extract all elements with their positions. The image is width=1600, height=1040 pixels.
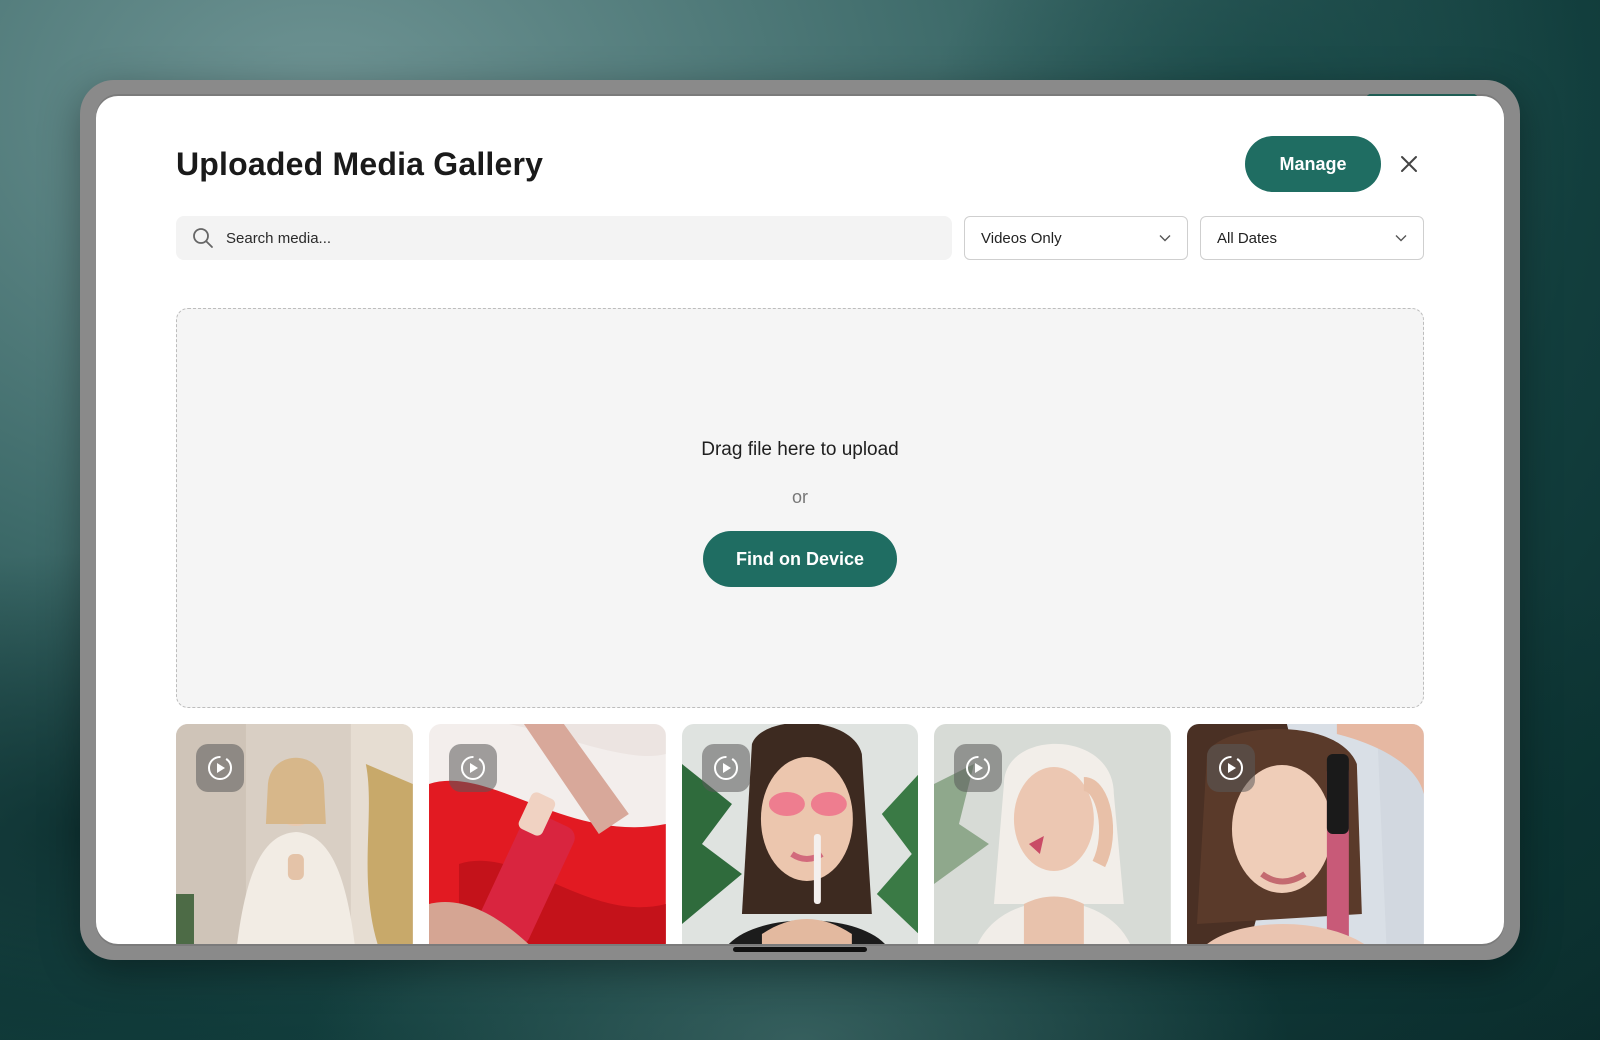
- chevron-down-icon: [1159, 235, 1171, 242]
- date-range-select[interactable]: All Dates: [1200, 216, 1424, 260]
- search-input[interactable]: [226, 229, 926, 247]
- media-type-select[interactable]: Videos Only: [964, 216, 1188, 260]
- media-thumbnail[interactable]: [934, 724, 1172, 944]
- video-badge: [448, 744, 497, 792]
- play-circle-icon: [208, 756, 232, 780]
- date-range-value: All Dates: [1217, 229, 1278, 247]
- dropzone-or: or: [791, 487, 808, 507]
- chevron-down-icon: [1395, 235, 1407, 242]
- play-circle-icon: [713, 756, 738, 780]
- upload-dropzone[interactable]: Drag file here to upload or Find on Devi…: [176, 308, 1424, 708]
- dropzone-title: Drag file here to upload: [701, 439, 899, 460]
- manage-button[interactable]: Manage: [1245, 136, 1381, 192]
- play-circle-icon: [1219, 756, 1244, 780]
- modal-title: Uploaded Media Gallery: [176, 146, 544, 182]
- media-gallery-modal: Uploaded Media Gallery Manage Videos Onl…: [96, 96, 1504, 944]
- search-icon: [193, 228, 213, 248]
- search-bar[interactable]: [176, 216, 952, 260]
- media-thumbnail[interactable]: [428, 724, 666, 944]
- media-type-value: Videos Only: [981, 229, 1062, 247]
- play-circle-icon: [966, 756, 991, 780]
- home-indicator: [733, 947, 867, 952]
- video-badge: [196, 744, 244, 792]
- media-thumbnail[interactable]: [176, 724, 413, 944]
- play-circle-icon: [460, 756, 485, 780]
- media-grid: [176, 724, 1424, 944]
- video-badge: [954, 744, 1003, 792]
- close-button[interactable]: [1396, 151, 1422, 177]
- video-badge: [1207, 744, 1256, 792]
- find-on-device-button[interactable]: Find on Device: [703, 531, 897, 587]
- media-thumbnail[interactable]: [1187, 724, 1424, 944]
- video-badge: [701, 744, 750, 792]
- close-icon: [1401, 156, 1417, 172]
- media-thumbnail[interactable]: [681, 724, 919, 944]
